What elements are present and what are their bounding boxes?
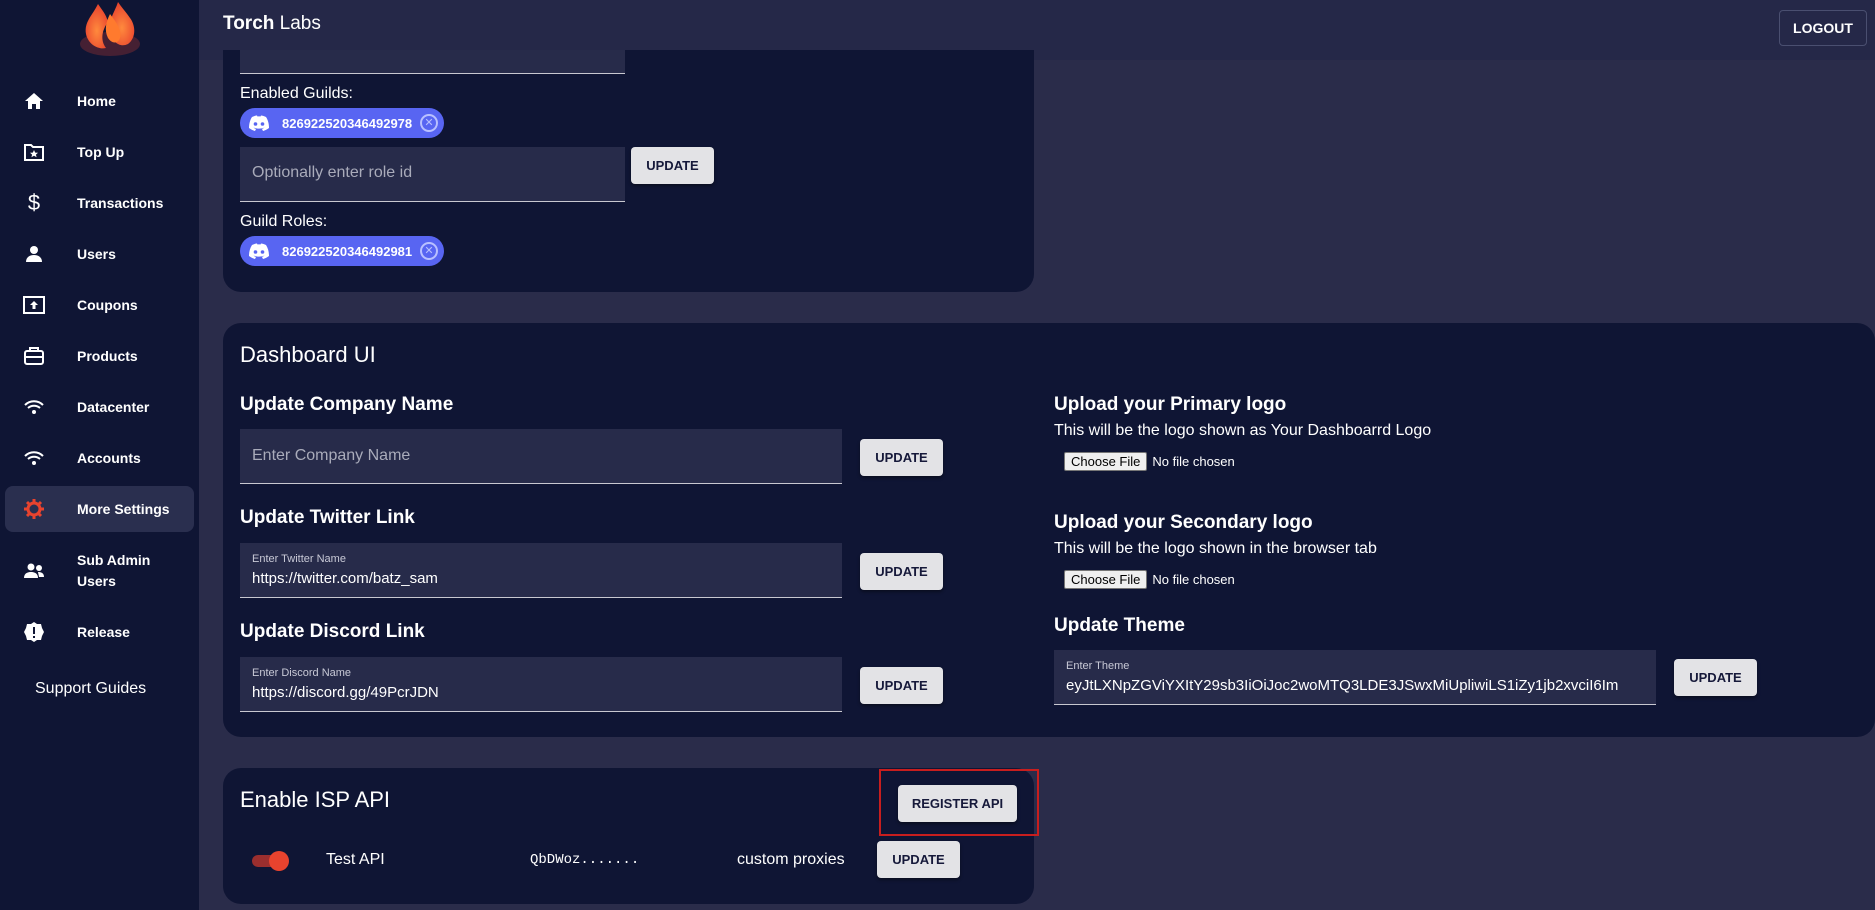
wifi-icon [21,445,47,471]
guild-roles-label: Guild Roles: [240,213,328,230]
remove-chip-icon[interactable]: ✕ [420,114,438,132]
sidebar-item-label-line2: Users [77,573,116,589]
theme-input[interactable]: Enter Theme eyJtLXNpZGViYXItY29sb3IiOiJo… [1054,650,1656,705]
upload-box-icon [21,292,47,318]
update-discord-button[interactable]: UPDATE [860,667,943,704]
sidebar-item-sub-admin-users[interactable]: Sub Admin Users [5,548,194,594]
secondary-logo-file-input: Choose File No file chosen [1064,570,1235,589]
sidebar-item-transactions[interactable]: $ Transactions [5,180,194,226]
update-twitter-button[interactable]: UPDATE [860,553,943,590]
sidebar-item-release[interactable]: Release [5,609,194,655]
logout-button[interactable]: LOGOUT [1779,10,1867,46]
sidebar-item-label: Products [77,347,138,364]
enabled-guild-chip: 826922520346492978 ✕ [240,108,444,138]
guild-id-field[interactable] [240,50,625,74]
sidebar-item-label: Sub Admin Users [77,550,150,592]
discord-value: https://discord.gg/49PcrJDN [252,684,439,701]
sidebar-item-label: Release [77,623,130,640]
sidebar-item-label: Users [77,245,116,262]
sidebar-item-label: Top Up [77,143,125,160]
sidebar-item-label: Transactions [77,194,164,211]
primary-logo-description: This will be the logo shown as Your Dash… [1054,422,1432,439]
primary-logo-heading: Upload your Primary logo [1054,394,1287,415]
company-name-input[interactable]: Enter Company Name [240,429,842,484]
choose-secondary-file-button[interactable]: Choose File [1064,570,1148,589]
role-id-placeholder: Optionally enter role id [252,164,413,181]
isp-api-title: Enable ISP API [240,787,391,812]
folder-star-icon [21,139,47,165]
discord-link-input[interactable]: Enter Discord Name https://discord.gg/49… [240,657,842,712]
dashboard-ui-card: Dashboard UI Update Company Name Enter C… [223,323,1875,737]
sidebar-item-label: More Settings [77,500,170,517]
remove-chip-icon[interactable]: ✕ [420,242,438,260]
guild-settings-card: Enabled Guilds: 826922520346492978 ✕ Opt… [223,50,1034,292]
update-role-button[interactable]: UPDATE [631,147,714,184]
twitter-field-label: Enter Twitter Name [252,553,346,565]
twitter-link-input[interactable]: Enter Twitter Name https://twitter.com/b… [240,543,842,598]
sidebar-item-datacenter[interactable]: Datacenter [5,384,194,430]
discord-icon [244,108,274,138]
sidebar-item-more-settings[interactable]: More Settings [5,486,194,532]
sidebar-item-label: Datacenter [77,398,150,415]
brand-name: Torch Labs [223,13,321,35]
role-id: 826922520346492981 [282,243,413,259]
dashboard-ui-title: Dashboard UI [240,342,376,367]
api-name: Test API [326,851,385,868]
theme-value: eyJtLXNpZGViYXItY29sb3IiOiJoc2woMTQ3LDE3… [1066,677,1619,694]
user-icon [21,241,47,267]
update-theme-button[interactable]: UPDATE [1674,659,1757,696]
sidebar-item-products[interactable]: Products [5,333,194,379]
support-guides-link[interactable]: Support Guides [35,680,146,698]
sidebar: Home Top Up $ Transactions Users Coupons… [0,0,199,910]
twitter-link-heading: Update Twitter Link [240,507,415,528]
enabled-guilds-label: Enabled Guilds: [240,85,353,102]
users-icon [21,558,47,584]
theme-heading: Update Theme [1054,615,1185,636]
alert-badge-icon [21,619,47,645]
api-key: QbDWoz....... [530,852,640,868]
guild-id: 826922520346492978 [282,115,413,131]
sidebar-item-label: Coupons [77,296,138,313]
secondary-logo-description: This will be the logo shown in the brows… [1054,540,1377,557]
sidebar-item-label-line1: Sub Admin [77,552,151,568]
discord-field-label: Enter Discord Name [252,667,352,679]
update-api-button[interactable]: UPDATE [877,841,960,878]
sidebar-item-label: Accounts [77,449,141,466]
api-enabled-toggle[interactable] [252,851,289,871]
gear-icon [21,496,47,522]
primary-file-status: No file chosen [1152,454,1235,469]
guild-role-chip: 826922520346492981 ✕ [240,236,444,266]
choose-primary-file-button[interactable]: Choose File [1064,452,1148,471]
discord-icon [244,236,274,266]
toggle-thumb [269,851,289,871]
company-name-placeholder: Enter Company Name [252,447,411,464]
torch-logo-icon[interactable] [78,0,142,56]
secondary-logo-heading: Upload your Secondary logo [1054,512,1313,533]
sidebar-item-label: Home [77,92,116,109]
sidebar-item-accounts[interactable]: Accounts [5,435,194,481]
role-id-input[interactable]: Optionally enter role id [240,147,625,202]
secondary-file-status: No file chosen [1152,572,1235,587]
sidebar-item-coupons[interactable]: Coupons [5,282,194,328]
sidebar-item-home[interactable]: Home [5,78,194,124]
discord-link-heading: Update Discord Link [240,621,425,642]
home-icon [21,88,47,114]
primary-logo-file-input: Choose File No file chosen [1064,452,1235,471]
theme-field-label: Enter Theme [1066,660,1130,672]
sidebar-item-top-up[interactable]: Top Up [5,129,194,175]
proxy-type: custom proxies [737,851,845,868]
company-name-heading: Update Company Name [240,394,454,415]
twitter-value: https://twitter.com/batz_sam [252,570,438,587]
sidebar-item-users[interactable]: Users [5,231,194,277]
brand-bold: Torch [223,13,275,34]
briefcase-icon [21,343,47,369]
register-api-highlight [879,769,1039,836]
update-company-button[interactable]: UPDATE [860,439,943,476]
wifi-icon [21,394,47,420]
brand-rest: Labs [274,13,321,34]
dollar-icon: $ [27,190,41,215]
